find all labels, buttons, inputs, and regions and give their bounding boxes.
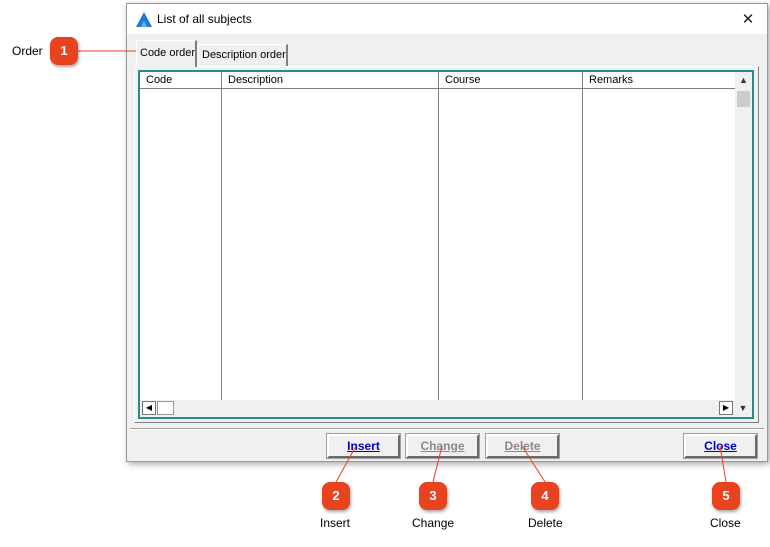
scroll-left-icon[interactable]: ◀: [142, 401, 156, 415]
scroll-down-icon[interactable]: ▼: [737, 401, 749, 415]
callout-label-change: Change: [412, 516, 455, 530]
title-bar: List of all subjects ✕: [127, 4, 767, 34]
tab-code-order[interactable]: Code order: [136, 40, 197, 67]
column-divider: [221, 88, 222, 400]
callout-label-order: Order: [12, 44, 43, 58]
tab-description-order[interactable]: Description order: [198, 44, 288, 66]
column-divider: [438, 88, 439, 400]
callout-badge-2: 2: [322, 482, 350, 510]
button-separator: [130, 428, 764, 430]
close-button[interactable]: Close: [683, 433, 758, 459]
scroll-up-icon[interactable]: ▲: [735, 72, 752, 88]
window-title: List of all subjects: [157, 12, 252, 26]
callout-badge-1: 1: [50, 37, 78, 65]
delete-button[interactable]: Delete: [485, 433, 560, 459]
dialog-window: List of all subjects ✕ Code order Descri…: [126, 3, 768, 462]
horizontal-scrollbar[interactable]: ◀ ▶ ▼: [140, 400, 752, 417]
callout-badge-3: 3: [419, 482, 447, 510]
column-header-code[interactable]: Code: [140, 72, 222, 88]
insert-button[interactable]: Insert: [326, 433, 401, 459]
callout-badge-4: 4: [531, 482, 559, 510]
callout-label-delete: Delete: [528, 516, 563, 530]
subjects-grid[interactable]: Code Description Course Remarks ▲ ◀ ▶ ▼: [138, 70, 754, 419]
app-logo-icon: [136, 12, 152, 27]
column-header-course[interactable]: Course: [439, 72, 583, 88]
column-divider: [582, 88, 583, 400]
grid-header: Code Description Course Remarks: [140, 72, 735, 89]
change-button[interactable]: Change: [405, 433, 480, 459]
tab-panel: Code Description Course Remarks ▲ ◀ ▶ ▼: [134, 66, 759, 423]
callout-label-close: Close: [710, 516, 741, 530]
close-icon[interactable]: ✕: [737, 9, 759, 29]
column-header-description[interactable]: Description: [222, 72, 439, 88]
callout-badge-5: 5: [712, 482, 740, 510]
scroll-right-icon[interactable]: ▶: [719, 401, 733, 415]
callout-label-insert: Insert: [320, 516, 351, 530]
column-header-remarks[interactable]: Remarks: [583, 72, 739, 88]
vertical-scroll-thumb[interactable]: [737, 91, 750, 107]
vertical-scrollbar[interactable]: ▲: [735, 72, 752, 400]
horizontal-scroll-thumb[interactable]: [157, 401, 174, 415]
